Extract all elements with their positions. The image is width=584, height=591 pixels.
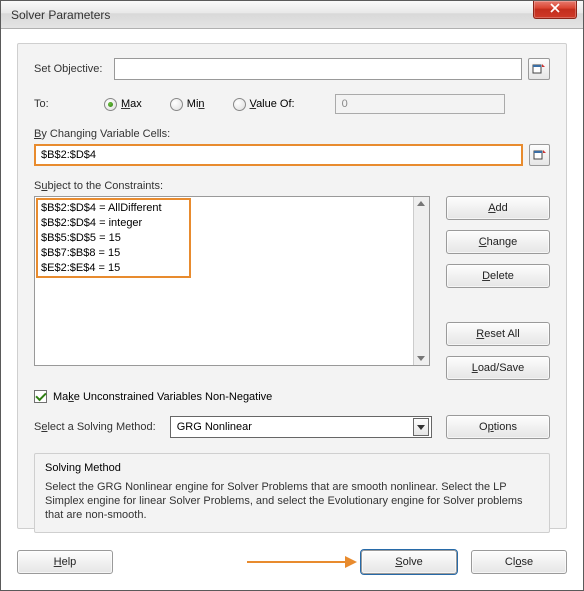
main-panel: Set Objective: To: Max <box>17 43 567 529</box>
close-icon[interactable] <box>533 1 577 19</box>
collapse-dialog-icon[interactable] <box>528 58 550 80</box>
desc-body: Select the GRG Nonlinear engine for Solv… <box>45 480 539 522</box>
client-area: Set Objective: To: Max <box>1 29 583 590</box>
window-title: Solver Parameters <box>11 8 110 22</box>
changing-row <box>34 144 550 166</box>
constraints-area: $B$2:$D$4 = AllDifferent $B$2:$D$4 = int… <box>34 196 550 380</box>
change-button[interactable]: Change <box>446 230 550 254</box>
objective-input[interactable] <box>114 58 522 80</box>
value-of-input <box>335 94 505 114</box>
arrow-annotation <box>247 556 357 568</box>
constraints-label: Subject to the Constraints: <box>34 180 550 192</box>
changing-label: By Changing Variable Cells: <box>34 128 550 140</box>
constraints-listbox[interactable]: $B$2:$D$4 = AllDifferent $B$2:$D$4 = int… <box>34 196 430 366</box>
to-label: To: <box>34 98 76 110</box>
list-item[interactable]: $B$2:$D$4 = integer <box>41 216 423 231</box>
constraint-buttons: Add Change Delete Reset All Load/Save <box>446 196 550 380</box>
nonneg-label: Make Unconstrained Variables Non-Negativ… <box>53 391 272 403</box>
title-bar[interactable]: Solver Parameters <box>1 1 583 29</box>
solving-method-description: Solving Method Select the GRG Nonlinear … <box>34 453 550 533</box>
desc-head: Solving Method <box>45 462 539 474</box>
method-label: Select a Solving Method: <box>34 421 156 433</box>
radio-icon <box>170 98 183 111</box>
solve-button[interactable]: Solve <box>361 550 457 574</box>
radio-min-label: Min <box>187 98 205 110</box>
nonneg-row[interactable]: Make Unconstrained Variables Non-Negativ… <box>34 390 550 403</box>
add-button[interactable]: Add <box>446 196 550 220</box>
checkbox-icon[interactable] <box>34 390 47 403</box>
radio-max-label: Max <box>121 98 142 110</box>
method-value: GRG Nonlinear <box>177 421 252 433</box>
scrollbar[interactable] <box>413 197 429 365</box>
reset-all-button[interactable]: Reset All <box>446 322 550 346</box>
changing-cells-input[interactable] <box>34 144 523 166</box>
list-item[interactable]: $B$5:$D$5 = 15 <box>41 231 423 246</box>
radio-icon <box>233 98 246 111</box>
delete-button[interactable]: Delete <box>446 264 550 288</box>
chevron-down-icon[interactable] <box>413 418 429 436</box>
radio-value-of[interactable]: Value Of: <box>233 98 295 111</box>
load-save-button[interactable]: Load/Save <box>446 356 550 380</box>
objective-row: Set Objective: <box>34 58 550 80</box>
list-item[interactable]: $B$2:$D$4 = AllDifferent <box>41 201 423 216</box>
radio-max[interactable]: Max <box>104 98 142 111</box>
solver-dialog: Solver Parameters Set Objective: <box>0 0 584 591</box>
list-item[interactable]: $B$7:$B$8 = 15 <box>41 246 423 261</box>
bottom-buttons: Help Solve Close <box>17 550 567 574</box>
list-item[interactable]: $E$2:$E$4 = 15 <box>41 261 423 276</box>
constraints-items: $B$2:$D$4 = AllDifferent $B$2:$D$4 = int… <box>41 201 423 276</box>
radio-valueof-label: Value Of: <box>250 98 295 110</box>
radio-min[interactable]: Min <box>170 98 205 111</box>
help-button[interactable]: Help <box>17 550 113 574</box>
to-row: To: Max Min Value Of: <box>34 94 550 114</box>
objective-label: Set Objective: <box>34 63 102 75</box>
radio-icon <box>104 98 117 111</box>
collapse-dialog-icon[interactable] <box>529 144 550 166</box>
close-button[interactable]: Close <box>471 550 567 574</box>
options-button[interactable]: Options <box>446 415 550 439</box>
method-select[interactable]: GRG Nonlinear <box>170 416 432 438</box>
method-row: Select a Solving Method: GRG Nonlinear O… <box>34 415 550 439</box>
